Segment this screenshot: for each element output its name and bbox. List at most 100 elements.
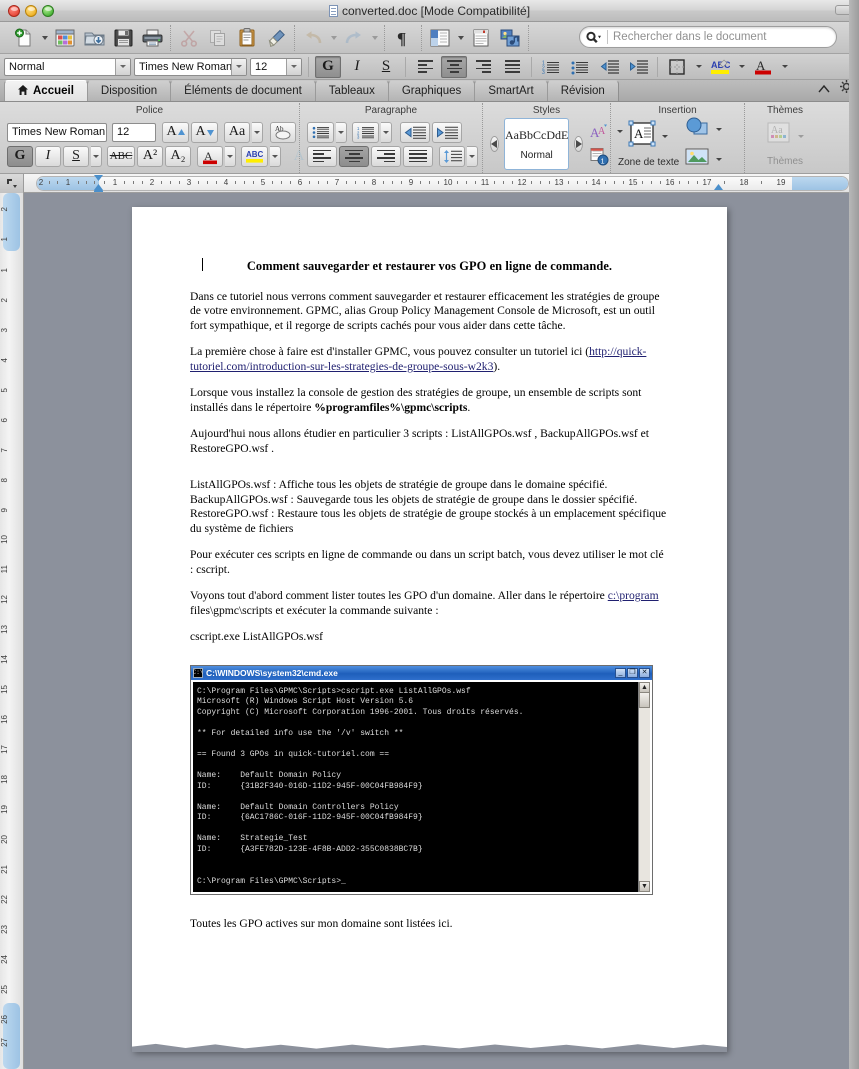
vertical-ruler[interactable]: 2 1 1 2 3 4 5 6 7 8 9 10 11 12 13 14 15 … (0, 193, 24, 1069)
line-spacing-icon[interactable] (439, 145, 465, 167)
font-size-arrow[interactable] (286, 58, 301, 75)
next-style-arrow[interactable] (574, 136, 584, 152)
copy-icon[interactable] (205, 25, 231, 51)
font-combo[interactable]: Times New Roman (134, 57, 247, 76)
italic-button[interactable]: I (344, 56, 370, 78)
pilcrow-icon[interactable]: ¶ (390, 25, 416, 51)
ribbon-justify-button[interactable] (403, 145, 433, 167)
previous-style-arrow[interactable] (490, 136, 499, 152)
ribbon-italic-button[interactable]: I (35, 145, 61, 167)
bold-button[interactable]: G (315, 55, 341, 78)
ribbon-numbering-button[interactable]: 1 2 3 (352, 121, 379, 143)
horizontal-ruler[interactable]: 2 1 1 2 3 4 5 6 7 8 9 10 11 12 13 14 15 … (24, 174, 859, 193)
search-field[interactable]: Rechercher dans le document (579, 26, 837, 48)
tab-graphiques[interactable]: Graphiques (387, 80, 476, 101)
themes-aa-icon[interactable]: Aa (764, 121, 794, 152)
close-button[interactable] (8, 4, 20, 17)
notebook-icon[interactable] (468, 25, 494, 51)
zoom-button[interactable] (42, 4, 54, 17)
cmd-close-button[interactable]: ✕ (639, 667, 650, 678)
undo-arrow-icon[interactable] (300, 25, 326, 51)
underline-button[interactable]: S (373, 56, 399, 78)
align-left-button[interactable] (412, 56, 438, 78)
cmd-minimize-button[interactable]: _ (615, 667, 626, 678)
style-combo[interactable]: Normal (4, 57, 131, 76)
font-combo-arrow[interactable] (231, 58, 246, 75)
font-color-a-icon[interactable]: A (750, 56, 776, 78)
tab-stop-icon[interactable] (0, 174, 24, 193)
search-magnifier-icon[interactable] (586, 30, 606, 44)
shapes-dropdown[interactable] (713, 128, 724, 131)
ribbon-underline-button[interactable]: S (63, 145, 89, 167)
ribbon-align-right-button[interactable] (371, 145, 401, 167)
align-right-button[interactable] (470, 56, 496, 78)
new-doc-dropdown[interactable] (40, 25, 49, 51)
style-combo-arrow[interactable] (115, 58, 130, 75)
text-box-dropdown[interactable] (659, 135, 670, 138)
change-case-button[interactable]: Aa (224, 121, 250, 143)
ribbon-numbering-dropdown[interactable] (381, 121, 392, 143)
bulleted-list-icon[interactable] (567, 56, 593, 78)
tab-revision[interactable]: Révision (546, 80, 619, 101)
ribbon-font-name-combo[interactable]: Times New Roman (7, 122, 107, 142)
ribbon-align-left-button[interactable] (307, 145, 337, 167)
themes-dropdown[interactable] (796, 135, 807, 138)
ribbon-font-size-combo[interactable]: 12 (112, 122, 156, 142)
subscript-button[interactable]: A₂ (165, 145, 191, 167)
style-preview-normal[interactable]: AaBbCcDdE Normal (504, 118, 570, 170)
ribbon-highlight-dropdown[interactable] (270, 145, 281, 167)
cmd-scroll-thumb[interactable] (639, 691, 650, 708)
redo-arrow-icon[interactable] (341, 25, 367, 51)
increase-indent-icon[interactable] (625, 56, 651, 78)
cmd-scroll-down-button[interactable]: ▼ (639, 880, 650, 892)
tab-disposition[interactable]: Disposition (86, 80, 172, 101)
ribbon-font-color-dropdown[interactable] (225, 145, 236, 167)
ribbon-underline-dropdown[interactable] (91, 145, 102, 167)
undo-dropdown[interactable] (329, 25, 338, 51)
printer-icon[interactable] (139, 25, 165, 51)
cmd-screenshot-image[interactable]: C:\ C:\WINDOWS\system32\cmd.exe _ ❐ ✕ C:… (190, 664, 653, 895)
cmd-scrollbar[interactable]: ▲ ▼ (638, 681, 650, 892)
redo-dropdown[interactable] (370, 25, 379, 51)
ribbon-font-color-button[interactable]: A (197, 145, 223, 167)
cmd-scroll-track[interactable] (639, 707, 650, 881)
search-placeholder[interactable]: Rechercher dans le document (613, 31, 766, 43)
justify-button[interactable] (499, 56, 525, 78)
floppy-disk-icon[interactable] (110, 25, 136, 51)
text-box-icon[interactable]: A (627, 120, 657, 153)
styles-pane-icon[interactable]: A A (588, 121, 612, 142)
picture-dropdown[interactable] (713, 158, 724, 161)
ribbon-bullets-button[interactable] (307, 121, 334, 143)
font-color-dropdown[interactable] (779, 65, 790, 68)
paintbrush-icon[interactable] (263, 25, 289, 51)
shapes-icon[interactable] (685, 117, 711, 142)
strikethrough-button[interactable]: ABC (107, 145, 135, 167)
borders-dropdown[interactable] (693, 65, 704, 68)
c-program-link[interactable]: c:\program (608, 589, 659, 602)
ribbon-align-center-button[interactable] (339, 145, 369, 167)
open-folder-icon[interactable] (81, 25, 107, 51)
picture-icon[interactable] (685, 147, 711, 171)
document-body[interactable]: Comment sauvegarder et restaurer vos GPO… (132, 207, 727, 931)
window-controls[interactable] (0, 4, 54, 17)
highlight-dropdown[interactable] (736, 65, 747, 68)
grow-font-button[interactable]: A (162, 121, 189, 143)
document-page[interactable]: Comment sauvegarder et restaurer vos GPO… (132, 207, 727, 1052)
document-canvas[interactable]: Comment sauvegarder et restaurer vos GPO… (24, 193, 859, 1069)
font-size-combo[interactable]: 12 (250, 57, 302, 76)
sidebar-dropdown[interactable] (456, 25, 465, 51)
superscript-button[interactable]: A² (137, 145, 163, 167)
cmd-maximize-button[interactable]: ❐ (627, 667, 638, 678)
ribbon-bullets-dropdown[interactable] (336, 121, 347, 143)
borders-icon[interactable] (664, 56, 690, 78)
ribbon-bold-button[interactable]: G (7, 145, 33, 167)
new-doc-icon[interactable] (11, 25, 37, 51)
chevron-up-icon[interactable] (818, 80, 830, 98)
sidebar-panel-icon[interactable] (427, 25, 453, 51)
tab-elements-de-document[interactable]: Éléments de document (170, 80, 316, 101)
change-case-dropdown[interactable] (252, 121, 263, 143)
tab-smartart[interactable]: SmartArt (474, 80, 548, 101)
ribbon-decrease-indent-button[interactable] (400, 121, 430, 143)
numbered-list-icon[interactable]: 1 2 3 (538, 56, 564, 78)
media-browser-icon[interactable] (497, 25, 523, 51)
